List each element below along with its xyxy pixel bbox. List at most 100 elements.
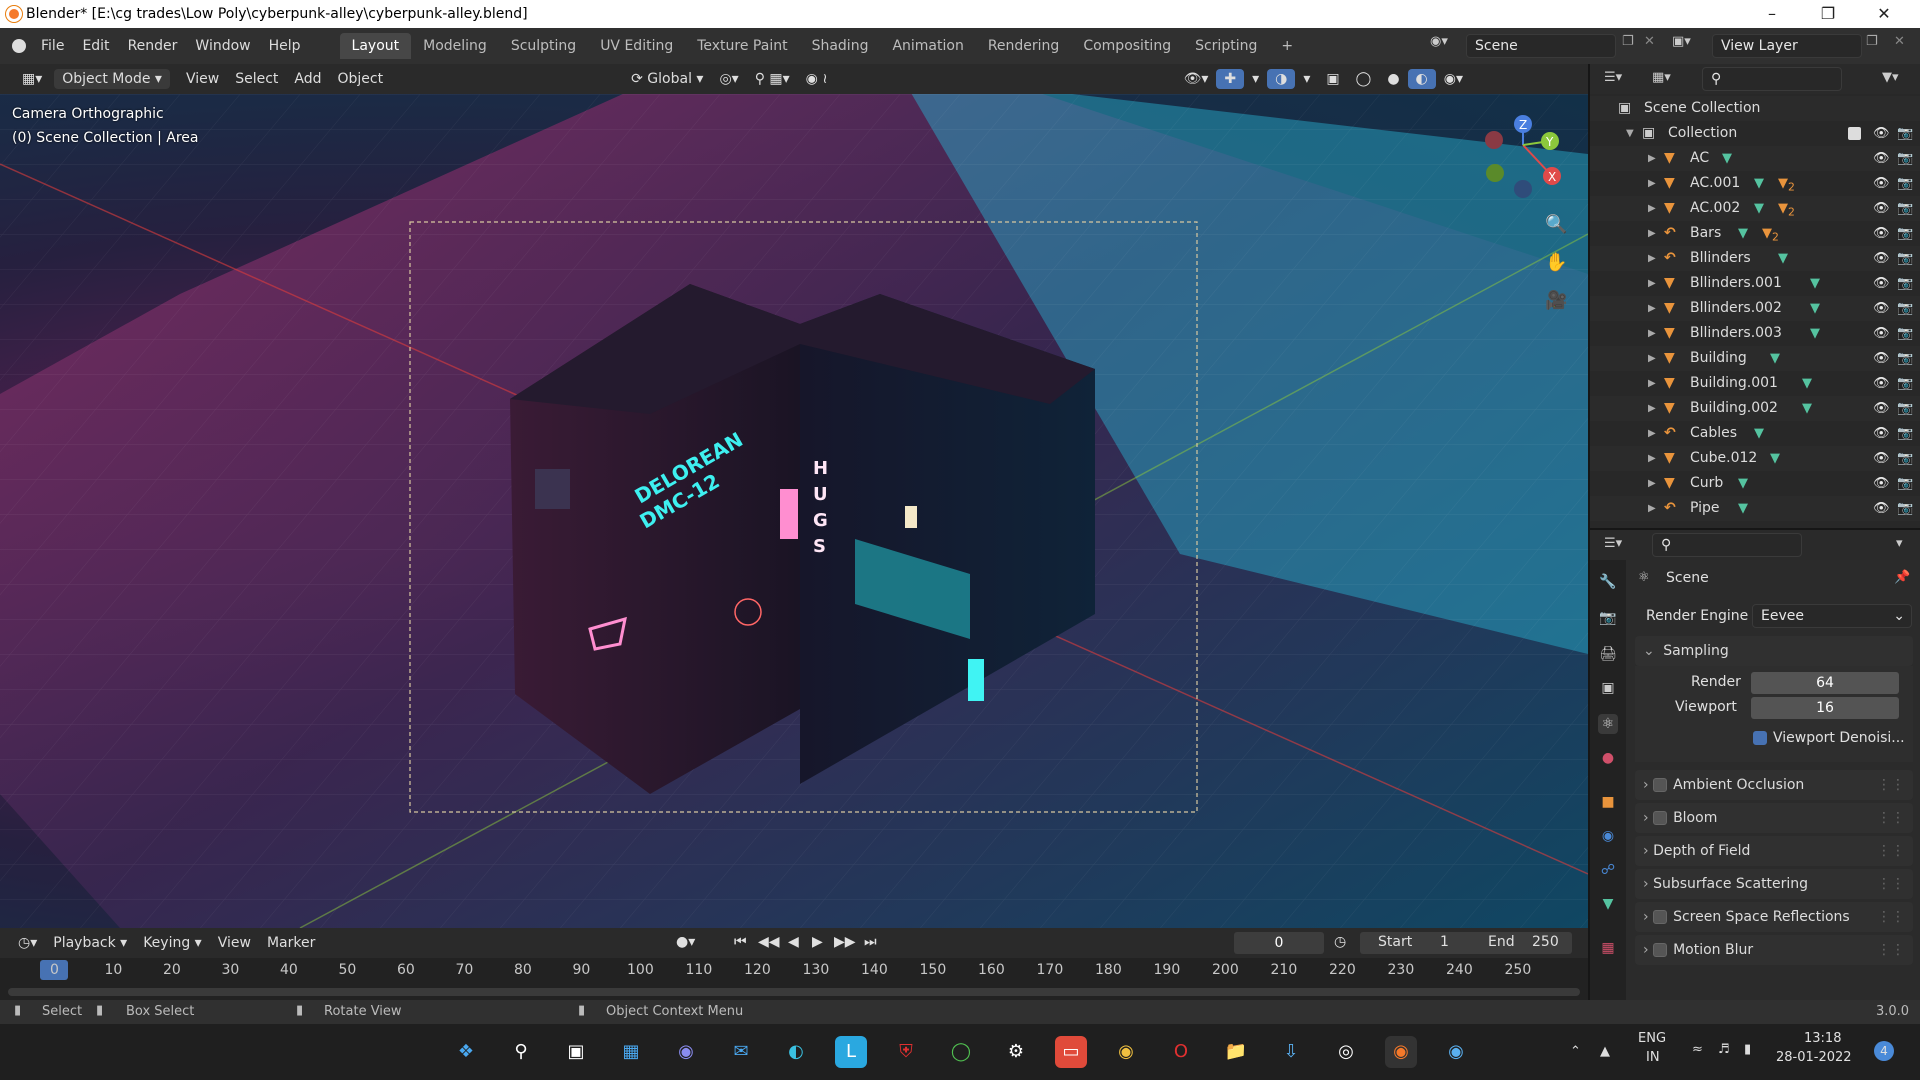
properties-subpanel[interactable]: › Bloom ⋮⋮	[1635, 803, 1913, 833]
data-tab-icon[interactable]: ▼	[1598, 894, 1618, 914]
menu-select[interactable]: Select	[227, 69, 286, 89]
notification-badge[interactable]: 4	[1874, 1041, 1894, 1061]
render-tab-icon[interactable]: 📷	[1598, 608, 1618, 628]
file-explorer-icon[interactable]: 📁	[1220, 1036, 1252, 1068]
marker-menu[interactable]: Marker	[259, 933, 323, 953]
sampling-panel-header[interactable]: ⌄ Sampling	[1635, 636, 1913, 666]
tab-sculpting[interactable]: Sculpting	[499, 33, 588, 59]
eye-icon[interactable]: 👁	[1873, 496, 1890, 521]
eye-icon[interactable]: 👁	[1873, 396, 1890, 421]
language-in[interactable]: IN	[1646, 1050, 1660, 1065]
properties-subpanel[interactable]: › Motion Blur ⋮⋮	[1635, 935, 1913, 965]
snap-icon[interactable]: ⚲ ▦▾	[747, 69, 798, 89]
render-icon[interactable]: 📷	[1897, 296, 1913, 321]
network-off-icon[interactable]: ▲	[1600, 1044, 1610, 1059]
shading-solid-icon[interactable]: ●	[1379, 69, 1407, 89]
tab-uv-editing[interactable]: UV Editing	[588, 33, 685, 59]
collection-checkbox[interactable]	[1848, 127, 1861, 140]
new-scene-icon[interactable]: ❐	[1622, 34, 1634, 49]
menu-edit[interactable]: Edit	[73, 38, 118, 54]
modifier-icon[interactable]: ▼	[1738, 471, 1748, 496]
properties-editor-icon[interactable]: ☰▾	[1604, 536, 1622, 551]
object-tab-icon[interactable]: ■	[1598, 792, 1618, 812]
view-layer-tab-icon[interactable]: ▣	[1598, 678, 1618, 698]
delete-view-layer-icon[interactable]: ✕	[1894, 34, 1905, 49]
wifi-icon[interactable]: ≈	[1692, 1042, 1703, 1057]
render-icon[interactable]: 📷	[1897, 321, 1913, 346]
timeline-area[interactable]: 0 10 20 30 40 50 60 70 80 90 100 110 120 130 140 150 160…	[0, 958, 1588, 1000]
expand-icon[interactable]: ▶	[1648, 321, 1656, 346]
render-icon[interactable]: 📷	[1897, 396, 1913, 421]
preview-range-icon[interactable]: ◷	[1334, 934, 1346, 950]
widgets-icon[interactable]: ▦	[615, 1036, 647, 1068]
outliner-row[interactable]: ▶ ↶ Pipe ▼ 👁 📷	[1590, 496, 1920, 521]
playback-menu[interactable]: Playback ▾	[45, 933, 135, 953]
render-icon[interactable]: 📷	[1897, 496, 1913, 521]
properties-subpanel[interactable]: › Subsurface Scattering ⋮⋮	[1635, 869, 1913, 899]
tool-tab-icon[interactable]: 🔧	[1598, 572, 1618, 592]
blender-menu-icon[interactable]	[12, 39, 26, 53]
eye-icon[interactable]: 👁	[1873, 271, 1890, 296]
eye-icon[interactable]: 👁	[1873, 221, 1890, 246]
panel-checkbox[interactable]	[1653, 778, 1668, 792]
panel-checkbox[interactable]	[1653, 811, 1668, 825]
battery-icon[interactable]: ▮	[1744, 1042, 1751, 1057]
expand-icon[interactable]: ▶	[1648, 421, 1656, 446]
eye-icon[interactable]: 👁	[1873, 196, 1890, 221]
transform-orientation-dropdown[interactable]: ⟳ Global ▾	[623, 69, 711, 89]
eye-icon[interactable]: 👁	[1873, 146, 1890, 171]
outliner-row[interactable]: ▶ ▼ Building.002 ▼ 👁 📷	[1590, 396, 1920, 421]
output-tab-icon[interactable]: 🖨	[1598, 644, 1618, 664]
modifier-icon[interactable]: ▼	[1754, 196, 1764, 221]
prev-keyframe-icon[interactable]: ◀◀	[758, 934, 780, 950]
render-icon[interactable]: 📷	[1897, 246, 1913, 271]
menu-object[interactable]: Object	[330, 69, 392, 89]
render-icon[interactable]: 📷	[1897, 221, 1913, 246]
menu-render[interactable]: Render	[119, 38, 187, 54]
expand-icon[interactable]: ▶	[1648, 471, 1656, 496]
render-icon[interactable]: 📷	[1897, 346, 1913, 371]
app-red-icon[interactable]: ▭	[1055, 1036, 1087, 1068]
expand-icon[interactable]: ▶	[1648, 221, 1656, 246]
tab-texture-paint[interactable]: Texture Paint	[685, 33, 799, 59]
edge-icon[interactable]: ◐	[780, 1036, 812, 1068]
outliner-row[interactable]: ▶ ▼ AC.001 ▼ ▼2 👁 📷	[1590, 171, 1920, 196]
blender-taskbar-icon[interactable]: ◉	[1385, 1036, 1417, 1068]
drag-handle-icon[interactable]: ⋮⋮	[1877, 836, 1905, 866]
modifier-icon[interactable]: ▼	[1810, 321, 1820, 346]
outliner-row[interactable]: ▶ ▼ Building.001 ▼ 👁 📷	[1590, 371, 1920, 396]
downloader-icon[interactable]: ⇩	[1275, 1036, 1307, 1068]
render-engine-dropdown[interactable]: Eevee ⌄	[1752, 604, 1912, 628]
eye-icon[interactable]: 👁	[1873, 421, 1890, 446]
visibility-icon[interactable]: 👁▾	[1176, 69, 1217, 89]
shading-rendered-icon[interactable]: ◉▾	[1436, 69, 1471, 89]
pan-hand-icon[interactable]: ✋	[1545, 252, 1567, 273]
media-player-icon[interactable]: ◎	[1330, 1036, 1362, 1068]
eye-icon[interactable]: 👁	[1873, 446, 1890, 471]
constraints-tab-icon[interactable]: ☍	[1598, 860, 1618, 880]
timeline-editor-icon[interactable]: ◷▾	[10, 933, 45, 953]
expand-icon[interactable]: ▶	[1648, 196, 1656, 221]
scene-field[interactable]: Scene	[1466, 34, 1616, 58]
modifier-icon[interactable]: ▼	[1810, 296, 1820, 321]
clock-date[interactable]: 28-01-2022	[1776, 1050, 1852, 1065]
expand-icon[interactable]: ▶	[1648, 496, 1656, 521]
drag-handle-icon[interactable]: ⋮⋮	[1877, 770, 1905, 800]
app-blue-icon[interactable]: ◉	[1440, 1036, 1472, 1068]
modifier-icon[interactable]: ▼	[1770, 446, 1780, 471]
mode-dropdown[interactable]: Object Mode ▾	[54, 69, 170, 89]
eye-icon[interactable]: 👁	[1873, 321, 1890, 346]
chat-icon[interactable]: ◉	[670, 1036, 702, 1068]
modifier-icon[interactable]: ▼	[1770, 346, 1780, 371]
settings-icon[interactable]: ⚙	[1000, 1036, 1032, 1068]
menu-view[interactable]: View	[178, 69, 227, 89]
pin-icon[interactable]: 📌	[1894, 570, 1910, 585]
viewport-samples-field[interactable]: 16	[1751, 697, 1899, 719]
display-mode-icon[interactable]: ▦▾	[1652, 70, 1671, 85]
properties-subpanel[interactable]: › Ambient Occlusion ⋮⋮	[1635, 770, 1913, 800]
menu-help[interactable]: Help	[260, 38, 310, 54]
tab-shading[interactable]: Shading	[800, 33, 881, 59]
tab-animation[interactable]: Animation	[880, 33, 975, 59]
outliner-row[interactable]: ▶ ▼ AC ▼ 👁 📷	[1590, 146, 1920, 171]
modifier-icon[interactable]: ▼	[1802, 396, 1812, 421]
